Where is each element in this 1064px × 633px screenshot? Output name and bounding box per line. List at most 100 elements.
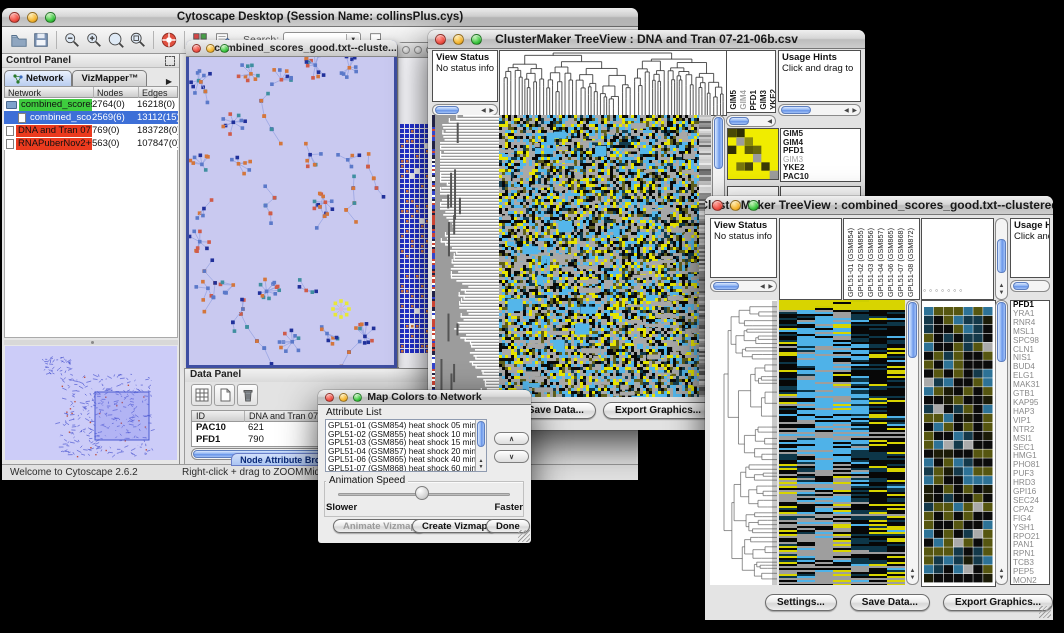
- zoom-vscrollbar[interactable]: ▲▼: [995, 300, 1008, 585]
- array-dendrogram[interactable]: [499, 50, 727, 116]
- panel-divider[interactable]: [4, 340, 178, 345]
- close-button[interactable]: [325, 393, 334, 402]
- minimize-button[interactable]: [339, 393, 348, 402]
- network-row[interactable]: RNAPuberNov2+563(0)107847(0): [4, 137, 178, 150]
- scrollbar-thumb[interactable]: [714, 117, 723, 169]
- move-up-button[interactable]: ∧: [494, 432, 529, 445]
- gene-dendrogram[interactable]: [432, 115, 499, 397]
- tab-overflow-arrow[interactable]: ▶: [161, 77, 177, 86]
- delete-attribute-icon[interactable]: [237, 384, 258, 406]
- tab-vizmapper[interactable]: VizMapper™: [72, 70, 147, 86]
- network-nodes: 769(0): [92, 124, 137, 137]
- zoom-header-vscrollbar[interactable]: ▲▼: [995, 218, 1008, 300]
- minimize-button[interactable]: [27, 12, 38, 23]
- scrollbar-thumb[interactable]: [781, 106, 811, 114]
- zoom-fit-icon[interactable]: [105, 29, 127, 51]
- column-labels-scrollbar[interactable]: ◀: [726, 115, 776, 127]
- column-label[interactable]: GPL51-01 (GSM854): [846, 228, 855, 297]
- settings-button[interactable]: Settings...: [765, 594, 837, 611]
- maximize-icon[interactable]: [220, 44, 229, 53]
- network-overview-panel[interactable]: [5, 346, 177, 460]
- usage-hints-panel: Usage Hints Click and drag to: [778, 50, 861, 102]
- network-row[interactable]: combined_sco2569(6)13112(15): [4, 111, 178, 124]
- array-dendrogram-empty: [779, 218, 842, 300]
- zoom-selected-icon[interactable]: [127, 29, 149, 51]
- view-status-title: View Status: [714, 220, 767, 231]
- export-graphics-button[interactable]: Export Graphics...: [603, 402, 713, 419]
- scrollbar-thumb[interactable]: [435, 106, 459, 114]
- network-row[interactable]: DNA and Tran 07769(0)183728(0): [4, 124, 178, 137]
- float-panel-icon[interactable]: [165, 56, 175, 66]
- gene-label[interactable]: MON2: [1013, 577, 1049, 585]
- attribute-item[interactable]: GPL51-07 (GSM868) heat shock 60 min: [328, 464, 474, 472]
- column-label[interactable]: GPL51-07 (GSM868): [896, 228, 905, 297]
- column-label[interactable]: GIM4: [739, 90, 748, 110]
- treeview-combined-window: ClusterMaker TreeView : combined_scores_…: [705, 196, 1053, 620]
- close-button[interactable]: [9, 12, 20, 23]
- zoom-in-icon[interactable]: [83, 29, 105, 51]
- zoom-out-icon[interactable]: [61, 29, 83, 51]
- global-heatmap[interactable]: [779, 300, 905, 585]
- gene-dendrogram[interactable]: [710, 300, 777, 585]
- usage-hints-scrollbar[interactable]: [1010, 280, 1050, 292]
- create-vizmap-button[interactable]: Create Vizmap: [412, 519, 497, 533]
- window-title: Cytoscape Desktop (Session Name: collins…: [177, 11, 463, 23]
- attribute-list[interactable]: GPL51-01 (GSM854) heat shock 05 minGPL51…: [325, 419, 487, 472]
- usage-hints-scrollbar[interactable]: ◀ ▶: [778, 104, 861, 116]
- scrollbar-thumb[interactable]: [997, 302, 1006, 362]
- network-frame-titlebar[interactable]: combined_scores_good.txt--cluste...: [186, 40, 397, 57]
- column-label[interactable]: GIM5: [729, 90, 738, 110]
- scrollbar-thumb[interactable]: [1013, 282, 1029, 290]
- resize-grip[interactable]: [1039, 606, 1051, 618]
- open-session-icon[interactable]: [8, 29, 30, 51]
- minimize-icon[interactable]: [414, 46, 422, 54]
- save-session-icon[interactable]: [30, 29, 52, 51]
- network-edges: 16218(0): [137, 98, 178, 111]
- close-icon[interactable]: [402, 46, 410, 54]
- scrollbar-thumb[interactable]: [729, 117, 749, 125]
- close-icon[interactable]: [192, 44, 201, 53]
- attribute-table-icon[interactable]: [191, 384, 212, 406]
- zoom-heatmap-yellow[interactable]: [727, 128, 779, 180]
- network-frame-title: combined_scores_good.txt--cluste...: [214, 42, 397, 54]
- column-label[interactable]: GPL51-04 (GSM857): [876, 228, 885, 297]
- resize-grip[interactable]: [518, 530, 530, 542]
- global-heatmap[interactable]: [499, 115, 699, 397]
- network-tree-icon: [13, 74, 23, 84]
- tab-network[interactable]: Network: [4, 70, 72, 86]
- zoom-window-button[interactable]: [353, 393, 362, 402]
- cytoscape-titlebar[interactable]: Cytoscape Desktop (Session Name: collins…: [2, 8, 638, 27]
- gene-label[interactable]: PAC10: [783, 173, 860, 182]
- zoom-heatmap[interactable]: [921, 300, 996, 587]
- scrollbar-thumb[interactable]: [477, 421, 485, 447]
- zoom-window-button[interactable]: [45, 12, 56, 23]
- new-attribute-icon[interactable]: [214, 384, 235, 406]
- col-id[interactable]: ID: [192, 411, 244, 422]
- network-view-canvas[interactable]: [189, 57, 394, 365]
- help-lifering-icon[interactable]: [158, 29, 180, 51]
- scrollbar-thumb[interactable]: [997, 239, 1006, 273]
- heatmap-vscrollbar[interactable]: ▲▼: [906, 300, 919, 585]
- scrollbar-thumb[interactable]: [908, 302, 917, 358]
- column-label[interactable]: GPL51-06 (GSM865): [886, 228, 895, 297]
- attribute-list-scrollbar[interactable]: ▲▼: [475, 420, 486, 471]
- view-status-panel: View Status No status info f: [432, 50, 498, 102]
- network-list-empty-area[interactable]: [4, 150, 178, 338]
- view-status-scrollbar[interactable]: ◀ ▶: [710, 280, 777, 292]
- view-status-panel: View Status No status info: [710, 218, 777, 278]
- save-data-button[interactable]: Save Data...: [850, 594, 930, 611]
- column-label[interactable]: GPL51-02 (GSM855): [856, 228, 865, 297]
- network-nodes: 2764(0): [92, 98, 137, 111]
- column-label[interactable]: GPL51-03 (GSM856): [866, 228, 875, 297]
- column-label[interactable]: GPL51-08 (GSM872): [906, 228, 915, 297]
- speed-slider-thumb[interactable]: [415, 486, 429, 500]
- network-row[interactable]: combined_scores2764(0)16218(0): [4, 98, 178, 111]
- move-down-button[interactable]: ∨: [494, 450, 529, 463]
- scrollbar-thumb[interactable]: [713, 282, 739, 290]
- column-label[interactable]: GIM3: [759, 90, 768, 110]
- column-label[interactable]: YKE2: [769, 89, 776, 110]
- dialog-titlebar[interactable]: Map Colors to Network: [318, 390, 531, 405]
- export-graphics-button[interactable]: Export Graphics...: [943, 594, 1053, 611]
- minimize-icon[interactable]: [206, 44, 215, 53]
- column-label[interactable]: PFD1: [749, 90, 758, 110]
